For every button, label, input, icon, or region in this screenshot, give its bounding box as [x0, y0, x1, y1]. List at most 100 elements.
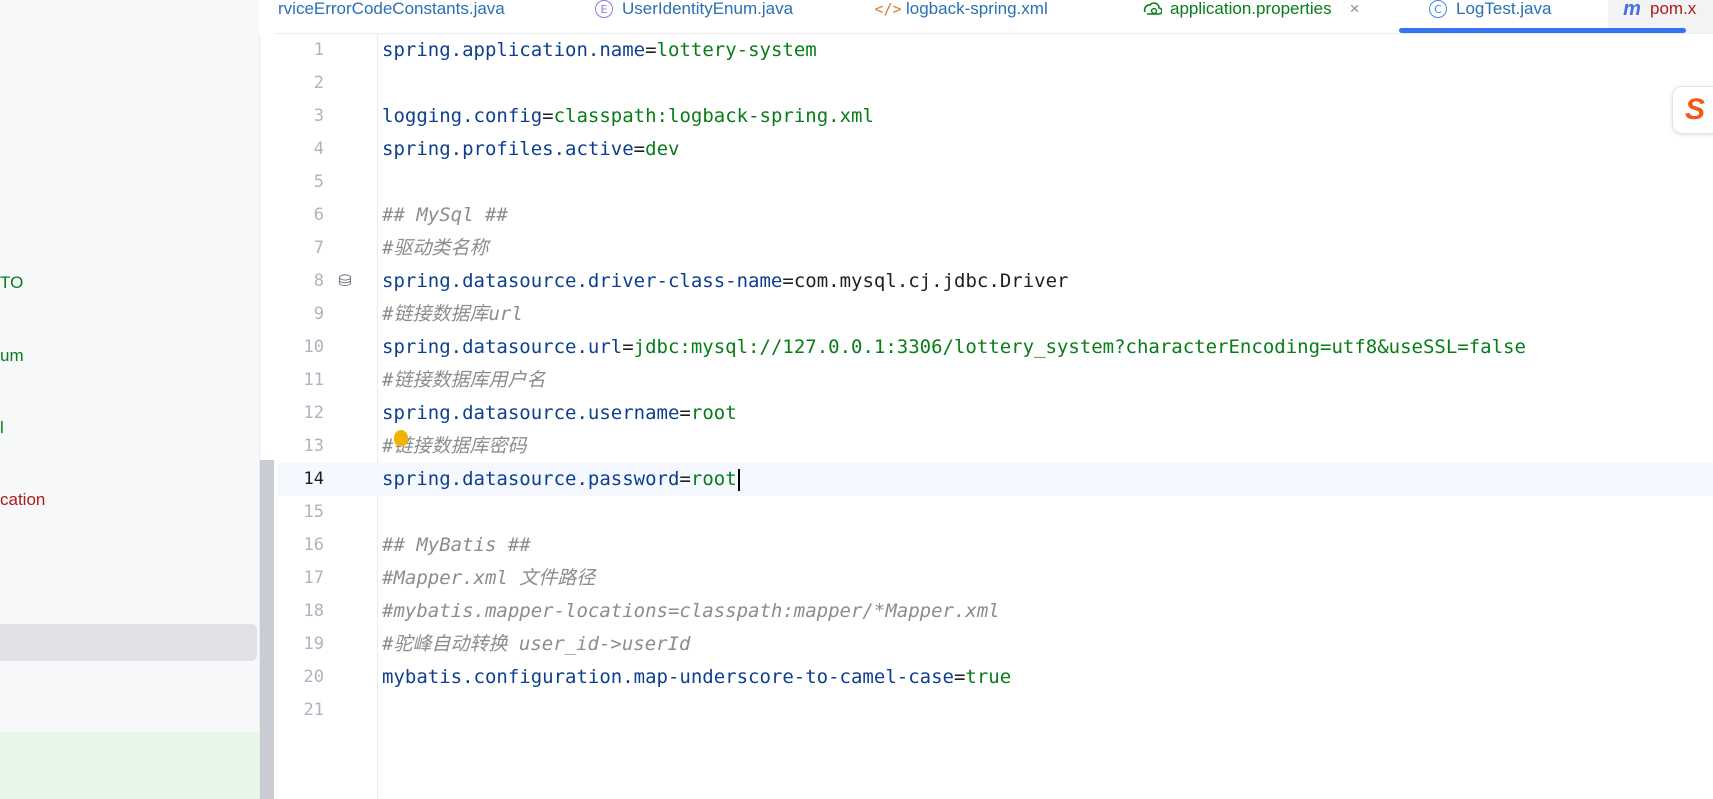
code-token: = — [782, 270, 794, 292]
tab-label: rviceErrorCodeConstants.java — [278, 0, 505, 18]
database-icon[interactable]: ⛁ — [334, 270, 356, 292]
code-token: dev — [645, 138, 680, 160]
maven-icon: m — [1623, 0, 1641, 20]
editor-tab-bar: rviceErrorCodeConstants.java E UserIdent… — [274, 0, 1713, 34]
code-token: mybatis.configuration.map-underscore-to-… — [382, 666, 954, 688]
code-line[interactable]: 13 #链接数据库密码 — [278, 430, 1713, 463]
code-token: = — [542, 105, 554, 127]
tab-service-error-code-constants[interactable]: rviceErrorCodeConstants.java — [278, 0, 505, 33]
code-line[interactable]: 17 #Mapper.xml 文件路径 — [278, 562, 1713, 595]
code-line[interactable]: 5 — [278, 166, 1713, 199]
code-token: Driver — [999, 270, 1069, 292]
tree-item[interactable]: TO — [0, 272, 23, 294]
line-number: 4 — [313, 139, 324, 159]
line-number: 21 — [303, 700, 324, 720]
code-token: = — [953, 666, 966, 688]
sidebar-scrollbar-thumb[interactable] — [260, 460, 274, 799]
xml-icon: </> — [874, 0, 902, 18]
tab-user-identity-enum[interactable]: E UserIdentityEnum.java — [594, 0, 794, 33]
code-token: #Mapper.xml 文件路径 — [382, 567, 596, 589]
line-number: 3 — [313, 106, 324, 126]
code-text: spring.datasource.password=root — [382, 463, 740, 496]
tree-selected-row[interactable] — [0, 624, 257, 661]
line-number: 16 — [303, 535, 324, 555]
code-token: spring.application.name — [382, 39, 646, 61]
enum-icon: E — [595, 0, 613, 18]
code-token: #驱动类名称 — [382, 237, 489, 259]
code-line[interactable]: 2 — [278, 67, 1713, 100]
code-text: logging.config=classpath:logback-spring.… — [382, 100, 874, 133]
tab-label: application.properties — [1170, 0, 1332, 18]
sogou-ime-icon[interactable]: S — [1672, 86, 1713, 134]
tab-logback-spring[interactable]: </> logback-spring.xml — [874, 0, 1048, 33]
code-token: ## MyBatis ## — [382, 534, 531, 556]
code-line[interactable]: 11 #链接数据库用户名 — [278, 364, 1713, 397]
code-token: #链接数据库url — [382, 303, 523, 325]
code-line[interactable]: 18 #mybatis.mapper-locations=classpath:ma… — [278, 595, 1713, 628]
intention-bulb-icon[interactable] — [394, 430, 408, 446]
code-token: jdbc — [942, 270, 989, 292]
code-token: = — [679, 402, 691, 424]
code-line[interactable]: 4 spring.profiles.active=dev — [278, 133, 1713, 166]
code-line[interactable]: 14 spring.datasource.password=root — [278, 463, 1713, 496]
code-token: = — [645, 39, 657, 61]
code-line[interactable]: 7 #驱动类名称 — [278, 232, 1713, 265]
code-line[interactable]: 10 spring.datasource.url=jdbc:mysql://127… — [278, 331, 1713, 364]
tab-application-properties[interactable]: application.properties × — [1142, 0, 1360, 33]
code-line[interactable]: 3 logging.config=classpath:logback-spring… — [278, 100, 1713, 133]
code-token: cj — [908, 270, 932, 292]
code-token: spring.datasource.password — [382, 468, 680, 490]
line-number: 6 — [313, 205, 324, 225]
line-number: 17 — [303, 568, 324, 588]
line-number: 13 — [303, 436, 324, 456]
code-line[interactable]: 6 ## MySql ## — [278, 199, 1713, 232]
code-line[interactable]: 21 — [278, 694, 1713, 727]
code-token: ## MySql ## — [382, 204, 508, 226]
line-number: 1 — [313, 40, 324, 60]
properties-icon — [1142, 0, 1162, 19]
tab-label: LogTest.java — [1456, 0, 1552, 18]
code-line[interactable]: 20 mybatis.configuration.map-underscore-t… — [278, 661, 1713, 694]
code-text: spring.profiles.active=dev — [382, 133, 679, 166]
close-icon[interactable]: × — [1350, 0, 1360, 19]
code-line[interactable]: 1 spring.application.name=lottery-system — [278, 34, 1713, 67]
tab-label: pom.x — [1650, 0, 1697, 18]
tree-item[interactable]: l — [0, 417, 4, 439]
code-token: . — [988, 270, 1000, 292]
code-token: mysql — [839, 270, 897, 292]
code-token: #mybatis.mapper-locations=classpath:mapp… — [382, 600, 1000, 622]
project-tree: TO um l cation — [0, 0, 259, 799]
code-line[interactable]: 12 spring.datasource.username=root — [278, 397, 1713, 430]
code-token: spring.datasource.driver-class-name — [382, 270, 783, 292]
tree-item[interactable]: um — [0, 345, 24, 367]
code-text: ## MyBatis ## — [382, 529, 531, 562]
line-number: 10 — [303, 337, 324, 357]
tab-label: UserIdentityEnum.java — [622, 0, 794, 18]
code-token: . — [828, 270, 840, 292]
line-number: 5 — [313, 172, 324, 192]
code-line[interactable]: 9 #链接数据库url — [278, 298, 1713, 331]
code-token: jdbc:mysql://127.0.0.1:3306/lottery_syst… — [633, 336, 1526, 358]
code-token: com — [793, 270, 829, 292]
code-token: spring.datasource.username — [382, 402, 680, 424]
tree-item[interactable]: cation — [0, 489, 45, 511]
code-line[interactable]: 8 spring.datasource.driver-class-name=com… — [278, 265, 1713, 298]
line-number: 2 — [313, 73, 324, 93]
code-line[interactable]: 19 #驼峰自动转换 user_id->userId — [278, 628, 1713, 661]
ide-window: TO um l cation rviceErrorCodeConstants.j… — [0, 0, 1713, 799]
active-tab-indicator — [1399, 28, 1686, 33]
code-editor[interactable]: 1 spring.application.name=lottery-system 2… — [278, 34, 1713, 799]
line-number: 15 — [303, 502, 324, 522]
code-line[interactable]: 16 ## MyBatis ## — [278, 529, 1713, 562]
code-token: #驼峰自动转换 user_id->userId — [382, 633, 691, 655]
code-text: #mybatis.mapper-locations=classpath:mapp… — [382, 595, 1000, 628]
code-token: true — [965, 666, 1012, 688]
code-line[interactable]: 15 — [278, 496, 1713, 529]
code-text: mybatis.configuration.map-underscore-to-… — [382, 661, 1011, 694]
code-token: . — [896, 270, 909, 292]
tree-added-row[interactable] — [0, 732, 259, 799]
code-token: #链接数据库用户名 — [382, 369, 546, 391]
code-token: spring.datasource.url — [382, 336, 623, 358]
tab-label: logback-spring.xml — [906, 0, 1048, 18]
code-token: root — [690, 468, 737, 490]
